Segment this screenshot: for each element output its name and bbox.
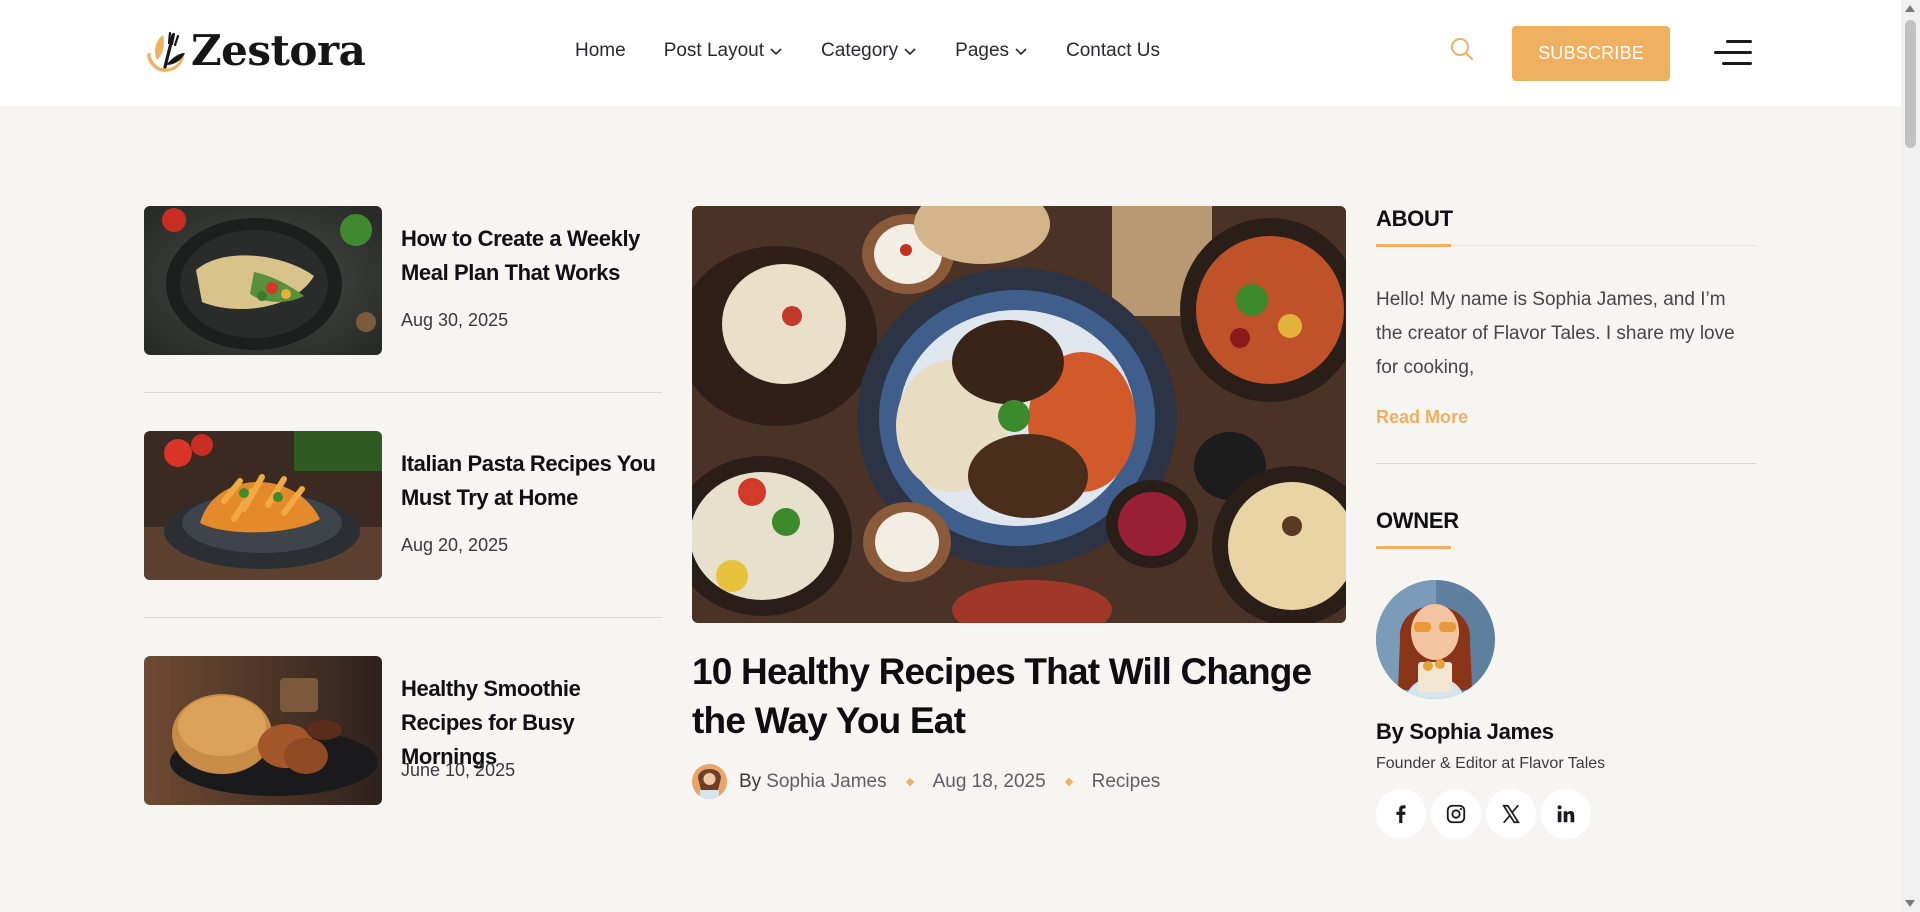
- meta-separator: [905, 777, 914, 786]
- list-item[interactable]: How to Create a Weekly Meal Plan That Wo…: [144, 206, 662, 431]
- nav-category-label: Category: [821, 40, 899, 61]
- nav-pages-label: Pages: [955, 40, 1010, 61]
- post-title[interactable]: Italian Pasta Recipes You Must Try at Ho…: [401, 447, 666, 515]
- post-date: Aug 30, 2025: [401, 310, 509, 330]
- facebook-link[interactable]: [1376, 789, 1426, 839]
- logo-text: Zestora: [191, 26, 366, 75]
- nav-pages[interactable]: Pages: [955, 40, 1028, 62]
- owner-name: By Sophia James: [1376, 719, 1554, 744]
- scroll-down-arrow-icon[interactable]: [1905, 900, 1915, 907]
- hamburger-menu-icon[interactable]: [1712, 38, 1752, 68]
- chevron-down-icon: [904, 48, 916, 56]
- featured-image-graphic: [692, 206, 1346, 623]
- divider: [144, 392, 662, 393]
- heading-rule: [1376, 244, 1757, 247]
- author-name[interactable]: Sophia James: [766, 771, 886, 793]
- author-avatar-graphic: [692, 764, 727, 799]
- read-more-link[interactable]: Read More: [1376, 407, 1468, 428]
- about-text: Hello! My name is Sophia James, and I’m …: [1376, 289, 1735, 378]
- owner-avatar-graphic: [1376, 580, 1495, 699]
- list-item[interactable]: Healthy Smoothie Recipes for Busy Mornin…: [144, 656, 662, 881]
- site-logo[interactable]: Zestora: [143, 26, 366, 75]
- post-title[interactable]: How to Create a Weekly Meal Plan That Wo…: [401, 222, 666, 290]
- scroll-up-arrow-icon[interactable]: [1905, 5, 1915, 12]
- meta-separator: [1064, 777, 1073, 786]
- owner-avatar[interactable]: [1376, 580, 1495, 699]
- post-date: Aug 18, 2025: [932, 770, 1046, 792]
- social-links: [1376, 789, 1757, 839]
- featured-image[interactable]: [692, 206, 1346, 623]
- post-category[interactable]: Recipes: [1092, 771, 1161, 793]
- page-scrollbar[interactable]: [1901, 0, 1920, 912]
- chevron-down-icon: [1015, 48, 1027, 56]
- featured-post-title[interactable]: 10 Healthy Recipes That Will Change the …: [692, 647, 1342, 745]
- chevron-down-icon: [770, 48, 782, 56]
- logo-icon: [147, 31, 185, 72]
- post-thumbnail-wrap[interactable]: [144, 656, 382, 805]
- author-by-label: By: [739, 770, 762, 792]
- post-thumbnail-wrap[interactable]: [144, 431, 382, 580]
- post-date: June 10, 2025: [401, 760, 516, 780]
- site-header: Zestora Home Post Layout Category Pages …: [0, 0, 1901, 106]
- author-avatar[interactable]: [692, 764, 727, 799]
- sidebar: ABOUT Hello! My name is Sophia James, an…: [1376, 206, 1757, 839]
- linkedin-icon: [1557, 805, 1575, 823]
- main-nav: Home Post Layout Category Pages Contact …: [575, 40, 1160, 62]
- owner-role: Founder & Editor at Flavor Tales: [1376, 755, 1606, 772]
- list-item[interactable]: Italian Pasta Recipes You Must Try at Ho…: [144, 431, 662, 656]
- about-heading: ABOUT: [1376, 206, 1453, 231]
- featured-post-meta: By Sophia James Aug 18, 2025 Recipes: [692, 764, 1160, 799]
- nav-post-layout[interactable]: Post Layout: [664, 40, 783, 62]
- post-thumbnail: [144, 431, 382, 580]
- nav-contact-us[interactable]: Contact Us: [1066, 40, 1160, 62]
- instagram-icon: [1446, 804, 1466, 824]
- divider: [144, 617, 662, 618]
- subscribe-button[interactable]: SUBSCRIBE: [1512, 26, 1670, 81]
- nav-post-layout-label: Post Layout: [663, 40, 765, 61]
- linkedin-link[interactable]: [1541, 789, 1591, 839]
- scroll-thumb[interactable]: [1905, 20, 1916, 148]
- post-thumbnail-wrap[interactable]: [144, 206, 382, 355]
- nav-home-label: Home: [575, 40, 626, 61]
- facebook-icon: [1396, 805, 1406, 824]
- instagram-link[interactable]: [1431, 789, 1481, 839]
- post-title[interactable]: Healthy Smoothie Recipes for Busy Mornin…: [401, 672, 666, 774]
- x-icon: [1502, 804, 1520, 824]
- nav-home[interactable]: Home: [575, 40, 626, 62]
- heading-rule: [1376, 546, 1757, 549]
- post-thumbnail: [144, 206, 382, 355]
- owner-heading: OWNER: [1376, 508, 1459, 533]
- divider: [1376, 463, 1757, 464]
- post-date: Aug 20, 2025: [401, 535, 509, 555]
- search-icon[interactable]: [1449, 36, 1475, 62]
- post-thumbnail: [144, 656, 382, 805]
- x-link[interactable]: [1486, 789, 1536, 839]
- nav-contact-us-label: Contact Us: [1066, 40, 1160, 61]
- nav-category[interactable]: Category: [821, 40, 917, 62]
- recent-posts: How to Create a Weekly Meal Plan That Wo…: [144, 206, 662, 881]
